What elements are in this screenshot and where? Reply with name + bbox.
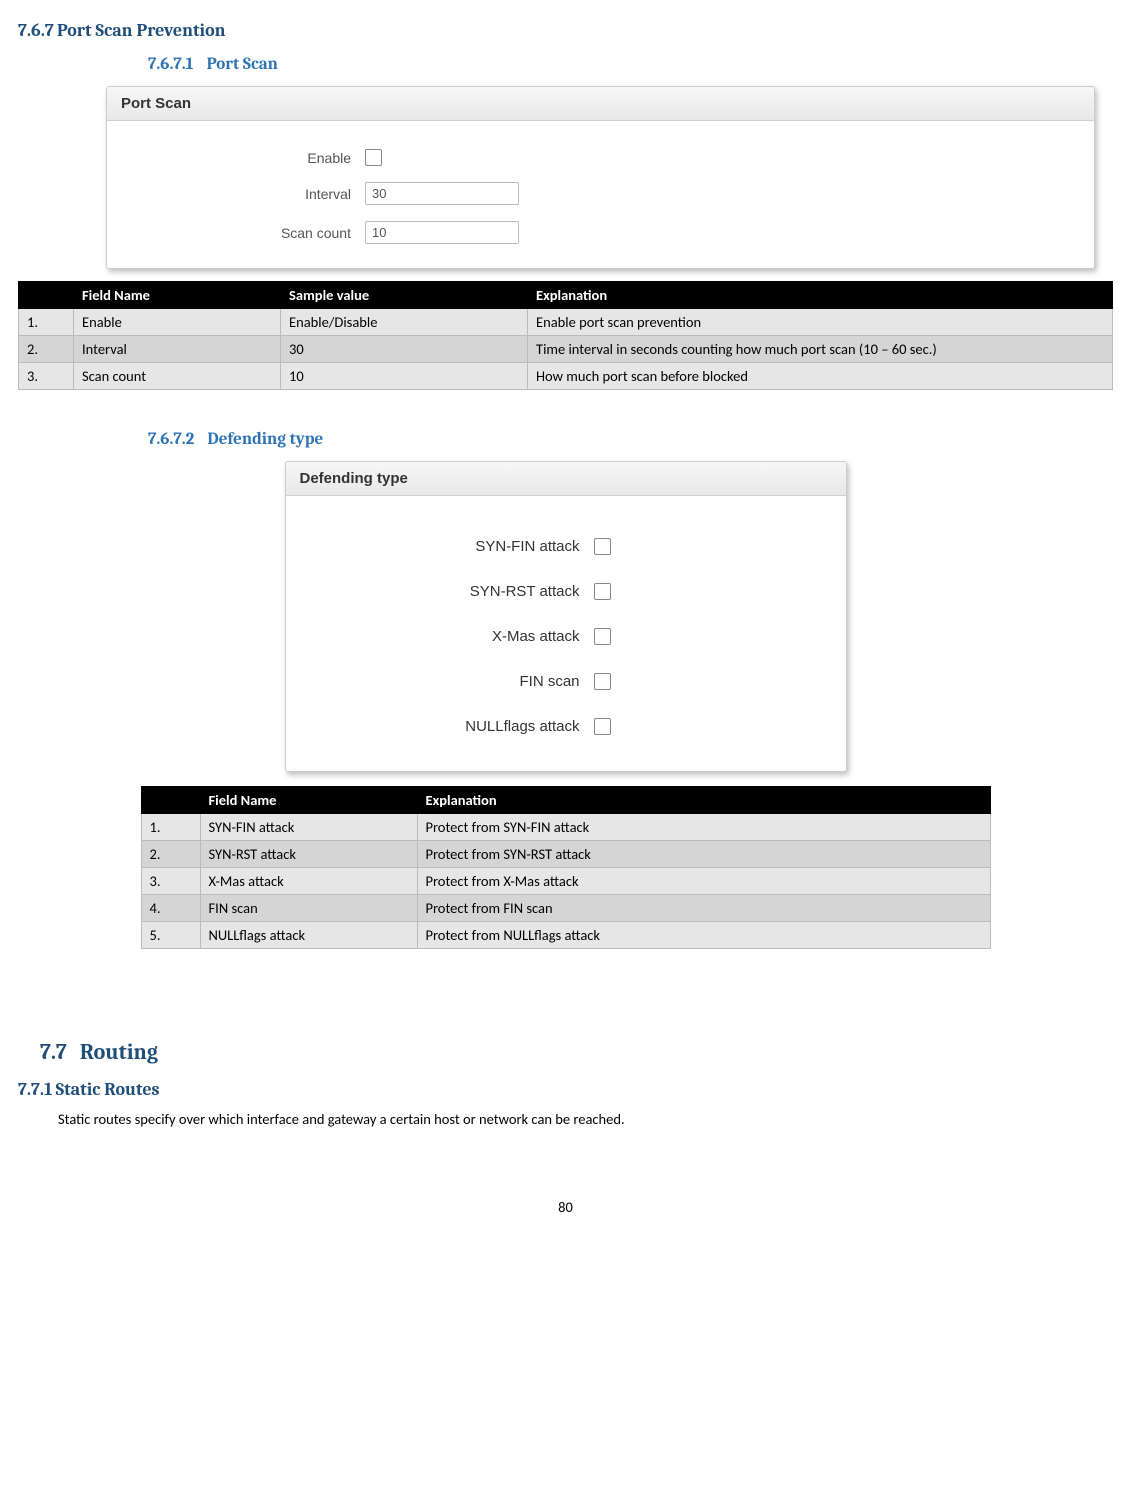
heading-7-6-7: 7.6.7 Port Scan Prevention xyxy=(18,20,1113,41)
cell: Protect from SYN-FIN attack xyxy=(417,814,990,841)
finscan-label: FIN scan xyxy=(310,673,594,690)
cell: Protect from FIN scan xyxy=(417,895,990,922)
heading-title: Routing xyxy=(80,1039,158,1065)
heading-number: 7.7 xyxy=(40,1039,67,1065)
cell: Enable/Disable xyxy=(281,309,528,336)
port-scan-panel: Port Scan Enable Interval Scan count xyxy=(106,86,1095,269)
heading-title: Static Routes xyxy=(56,1079,160,1100)
cell: 2. xyxy=(141,841,200,868)
cell: Protect from X-Mas attack xyxy=(417,868,990,895)
interval-label: Interval xyxy=(131,186,365,202)
cell: Protect from SYN-RST attack xyxy=(417,841,990,868)
cell: Scan count xyxy=(74,363,281,390)
port-scan-table: Field Name Sample value Explanation 1. E… xyxy=(18,281,1113,390)
cell: 1. xyxy=(19,309,74,336)
synrst-checkbox[interactable] xyxy=(594,583,611,600)
col-expl: Explanation xyxy=(528,282,1113,309)
cell: 5. xyxy=(141,922,200,949)
cell: 2. xyxy=(19,336,74,363)
finscan-checkbox[interactable] xyxy=(594,673,611,690)
synrst-label: SYN-RST attack xyxy=(310,583,594,600)
cell: Interval xyxy=(74,336,281,363)
table-row: 3. X-Mas attack Protect from X-Mas attac… xyxy=(141,868,990,895)
table-row: 2. Interval 30 Time interval in seconds … xyxy=(19,336,1113,363)
interval-input[interactable] xyxy=(365,182,519,205)
col-field: Field Name xyxy=(200,787,417,814)
cell: SYN-RST attack xyxy=(200,841,417,868)
heading-number: 7.7.1 xyxy=(18,1079,52,1100)
scancount-row: Scan count xyxy=(131,221,1070,244)
heading-title: Defending type xyxy=(207,430,323,449)
heading-7-7-1: 7.7.1 Static Routes xyxy=(18,1079,1113,1100)
heading-number: 7.6.7 xyxy=(18,20,54,41)
page-number: 80 xyxy=(18,1198,1113,1216)
nullflags-label: NULLflags attack xyxy=(310,718,594,735)
cell: Protect from NULLflags attack xyxy=(417,922,990,949)
col-num xyxy=(141,787,200,814)
cell: 30 xyxy=(281,336,528,363)
xmas-row: X-Mas attack xyxy=(310,628,822,645)
cell: 4. xyxy=(141,895,200,922)
nullflags-checkbox[interactable] xyxy=(594,718,611,735)
heading-number: 7.6.7.2 xyxy=(148,430,194,449)
synrst-row: SYN-RST attack xyxy=(310,583,822,600)
cell: 3. xyxy=(141,868,200,895)
heading-7-6-7-2: 7.6.7.2 Defending type xyxy=(148,430,1113,449)
cell: 1. xyxy=(141,814,200,841)
cell: FIN scan xyxy=(200,895,417,922)
cell: 10 xyxy=(281,363,528,390)
heading-number: 7.6.7.1 xyxy=(148,55,193,74)
scancount-label: Scan count xyxy=(131,225,365,241)
heading-title: Port Scan Prevention xyxy=(57,20,225,41)
xmas-label: X-Mas attack xyxy=(310,628,594,645)
cell: How much port scan before blocked xyxy=(528,363,1113,390)
finscan-row: FIN scan xyxy=(310,673,822,690)
table-row: 1. SYN-FIN attack Protect from SYN-FIN a… xyxy=(141,814,990,841)
heading-7-7: 7.7 Routing xyxy=(40,1039,1113,1065)
table-row: 1. Enable Enable/Disable Enable port sca… xyxy=(19,309,1113,336)
table-row: 3. Scan count 10 How much port scan befo… xyxy=(19,363,1113,390)
cell: 3. xyxy=(19,363,74,390)
cell: SYN-FIN attack xyxy=(200,814,417,841)
defending-type-panel: Defending type SYN-FIN attack SYN-RST at… xyxy=(285,461,847,772)
cell: Enable xyxy=(74,309,281,336)
col-field: Field Name xyxy=(74,282,281,309)
table-row: 4. FIN scan Protect from FIN scan xyxy=(141,895,990,922)
cell: X-Mas attack xyxy=(200,868,417,895)
xmas-checkbox[interactable] xyxy=(594,628,611,645)
panel-title: Port Scan xyxy=(107,87,1094,121)
cell: Enable port scan prevention xyxy=(528,309,1113,336)
defending-type-table: Field Name Explanation 1. SYN-FIN attack… xyxy=(141,786,991,949)
col-expl: Explanation xyxy=(417,787,990,814)
col-num xyxy=(19,282,74,309)
enable-row: Enable xyxy=(131,149,1070,166)
table-row: 5. NULLflags attack Protect from NULLfla… xyxy=(141,922,990,949)
cell: NULLflags attack xyxy=(200,922,417,949)
enable-label: Enable xyxy=(131,150,365,166)
synfin-row: SYN-FIN attack xyxy=(310,538,822,555)
synfin-checkbox[interactable] xyxy=(594,538,611,555)
table-row: 2. SYN-RST attack Protect from SYN-RST a… xyxy=(141,841,990,868)
heading-7-6-7-1: 7.6.7.1 Port Scan xyxy=(148,55,1113,74)
panel-title: Defending type xyxy=(286,462,846,496)
static-routes-paragraph: Static routes specify over which interfa… xyxy=(58,1110,1113,1128)
cell: Time interval in seconds counting how mu… xyxy=(528,336,1113,363)
scancount-input[interactable] xyxy=(365,221,519,244)
enable-checkbox[interactable] xyxy=(365,149,382,166)
heading-title: Port Scan xyxy=(207,55,278,74)
nullflags-row: NULLflags attack xyxy=(310,718,822,735)
interval-row: Interval xyxy=(131,182,1070,205)
col-sample: Sample value xyxy=(281,282,528,309)
synfin-label: SYN-FIN attack xyxy=(310,538,594,555)
